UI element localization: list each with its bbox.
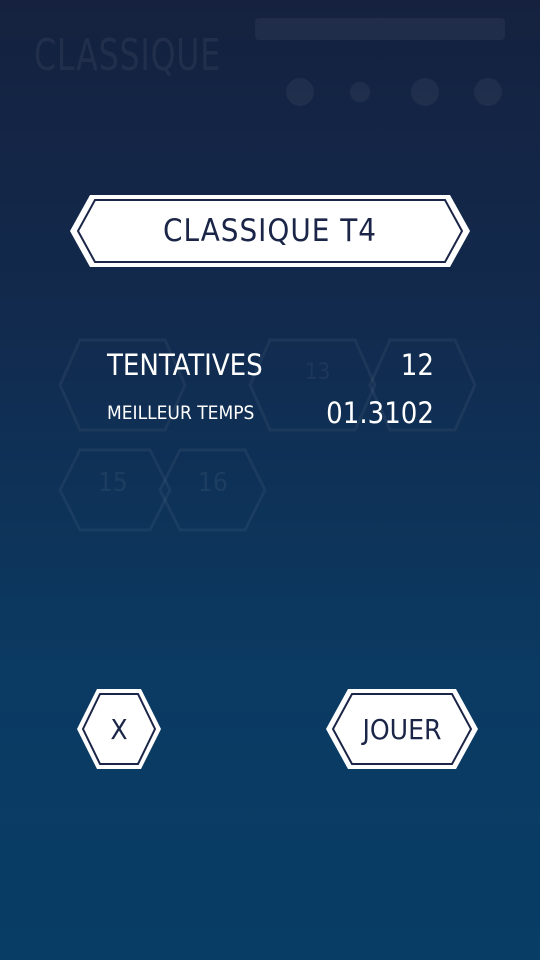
level-title: CLASSIQUE T4 (162, 213, 378, 249)
background-icon-4 (474, 78, 502, 106)
background-mode-title: CLASSIQUE (34, 30, 222, 81)
attempts-label: TENTATIVES (107, 348, 263, 382)
background-level-hex-4 (58, 448, 172, 532)
best-time-label: MEILLEUR TEMPS (107, 402, 255, 424)
close-button[interactable]: X (75, 687, 163, 771)
background-layer: CLASSIQUE 15 16 13 (0, 0, 540, 960)
background-topbar-shape (255, 18, 505, 40)
attempts-value: 12 (400, 348, 434, 382)
play-button[interactable]: JOUER (324, 687, 480, 771)
background-icon-3 (411, 78, 439, 106)
background-level-number: 13 (305, 360, 331, 385)
background-icon-1 (286, 78, 314, 106)
play-button-label: JOUER (362, 712, 442, 746)
background-level-number: 16 (198, 468, 228, 498)
best-time-value: 01.3102 (326, 396, 434, 430)
level-title-banner: CLASSIQUE T4 (68, 193, 472, 269)
background-icon-2 (350, 82, 370, 102)
background-level-number: 15 (98, 468, 128, 498)
background-level-hex-5 (158, 448, 267, 532)
background-decor (58, 18, 505, 532)
close-button-label: X (110, 712, 128, 746)
